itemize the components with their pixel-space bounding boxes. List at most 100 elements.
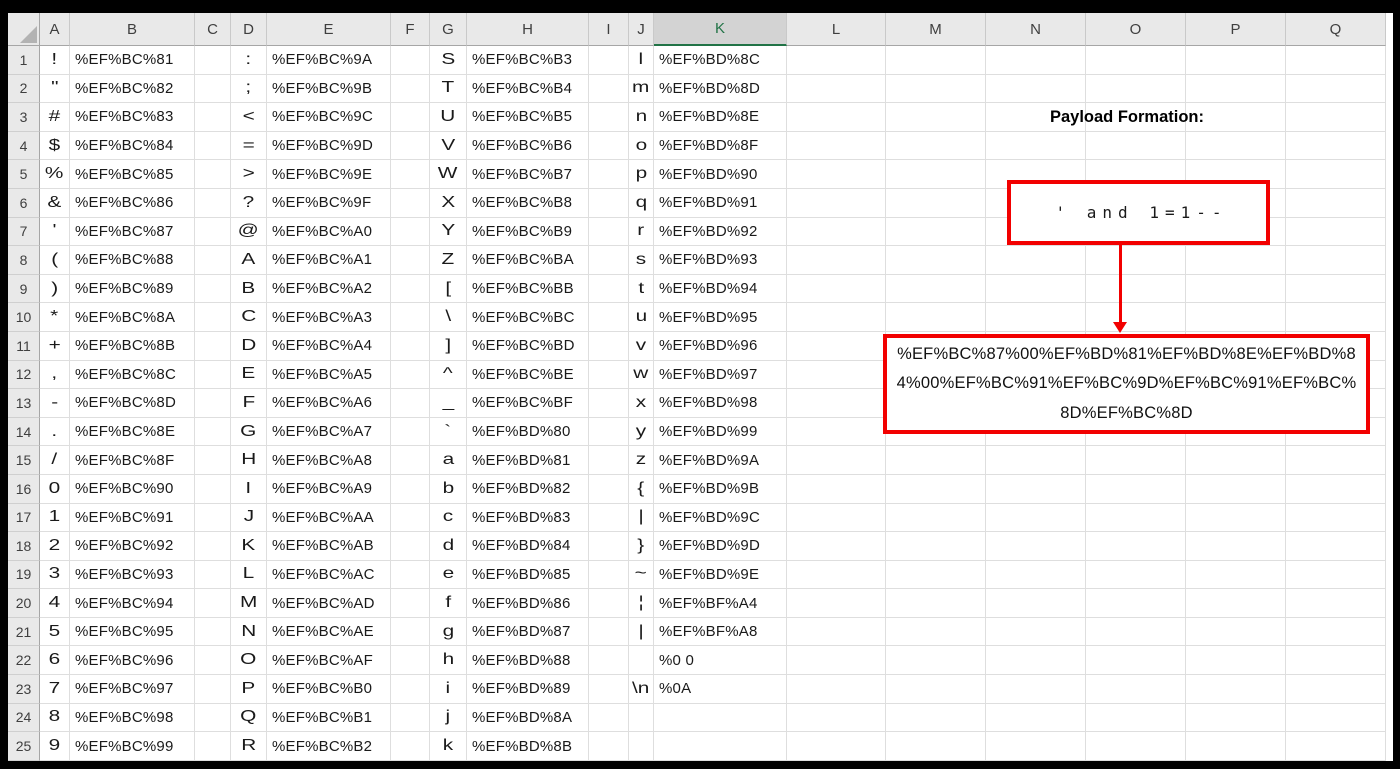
cell-L17[interactable] xyxy=(787,503,886,533)
cell-M17[interactable] xyxy=(886,503,986,533)
column-header-A[interactable]: A xyxy=(40,13,70,46)
cell-H12[interactable]: %EF%BC%BE xyxy=(467,360,589,390)
cell-F15[interactable] xyxy=(391,446,430,475)
cell-G25[interactable]: k xyxy=(430,732,467,761)
cell-J23[interactable]: \n xyxy=(629,675,654,704)
cell-P10[interactable] xyxy=(1186,303,1286,332)
cell-Q6[interactable] xyxy=(1286,188,1386,218)
cell-O25[interactable] xyxy=(1086,732,1186,761)
cell-H5[interactable]: %EF%BC%B7 xyxy=(467,160,589,189)
row-header-21[interactable]: 21 xyxy=(8,617,40,647)
cell-O15[interactable] xyxy=(1086,446,1186,475)
row-header-14[interactable]: 14 xyxy=(8,417,40,447)
cell-Q10[interactable] xyxy=(1286,303,1386,332)
cell-M18[interactable] xyxy=(886,532,986,561)
cell-P23[interactable] xyxy=(1186,675,1286,704)
cell-H11[interactable]: %EF%BC%BD xyxy=(467,331,589,361)
cell-D14[interactable]: G xyxy=(231,417,267,447)
cell-F12[interactable] xyxy=(391,360,430,390)
row-header-3[interactable]: 3 xyxy=(8,103,40,132)
cell-H3[interactable]: %EF%BC%B5 xyxy=(467,103,589,132)
cell-G15[interactable]: a xyxy=(430,446,467,475)
cell-F5[interactable] xyxy=(391,160,430,189)
cell-H6[interactable]: %EF%BC%B8 xyxy=(467,188,589,218)
cell-A14[interactable]: . xyxy=(40,417,70,447)
cell-G1[interactable]: S xyxy=(430,46,467,75)
column-header-C[interactable]: C xyxy=(195,13,231,46)
cell-Q1[interactable] xyxy=(1286,46,1386,75)
cell-C18[interactable] xyxy=(195,532,231,561)
cell-L14[interactable] xyxy=(787,417,886,447)
cell-J3[interactable]: n xyxy=(629,103,654,132)
cell-H22[interactable]: %EF%BD%88 xyxy=(467,646,589,676)
cell-A18[interactable]: 2 xyxy=(40,532,70,561)
cell-O21[interactable] xyxy=(1086,617,1186,647)
row-header-12[interactable]: 12 xyxy=(8,360,40,390)
cell-L3[interactable] xyxy=(787,103,886,132)
cell-O9[interactable] xyxy=(1086,274,1186,304)
column-header-J[interactable]: J xyxy=(629,13,654,46)
row-header-22[interactable]: 22 xyxy=(8,646,40,676)
cell-A15[interactable]: / xyxy=(40,446,70,475)
cell-H7[interactable]: %EF%BC%B9 xyxy=(467,217,589,247)
column-header-B[interactable]: B xyxy=(70,13,195,46)
row-header-17[interactable]: 17 xyxy=(8,503,40,533)
cell-K8[interactable]: %EF%BD%93 xyxy=(654,246,787,275)
cell-Q19[interactable] xyxy=(1286,560,1386,590)
cell-O17[interactable] xyxy=(1086,503,1186,533)
cell-L15[interactable] xyxy=(787,446,886,475)
cell-B17[interactable]: %EF%BC%91 xyxy=(70,503,195,533)
cell-G12[interactable]: ^ xyxy=(430,360,467,390)
cell-I23[interactable] xyxy=(589,675,629,704)
cell-G20[interactable]: f xyxy=(430,589,467,618)
cell-D17[interactable]: J xyxy=(231,503,267,533)
cell-L19[interactable] xyxy=(787,560,886,590)
cell-L24[interactable] xyxy=(787,703,886,733)
cell-E17[interactable]: %EF%BC%AA xyxy=(267,503,391,533)
cell-L25[interactable] xyxy=(787,732,886,761)
cell-Q15[interactable] xyxy=(1286,446,1386,475)
cell-Q20[interactable] xyxy=(1286,589,1386,618)
row-header-5[interactable]: 5 xyxy=(8,160,40,189)
cell-M20[interactable] xyxy=(886,589,986,618)
cell-K25[interactable] xyxy=(654,732,787,761)
cell-K6[interactable]: %EF%BD%91 xyxy=(654,188,787,218)
row-header-18[interactable]: 18 xyxy=(8,532,40,561)
cell-L1[interactable] xyxy=(787,46,886,75)
cell-F8[interactable] xyxy=(391,246,430,275)
cell-I17[interactable] xyxy=(589,503,629,533)
cell-F23[interactable] xyxy=(391,675,430,704)
cell-A13[interactable]: - xyxy=(40,389,70,418)
row-header-20[interactable]: 20 xyxy=(8,589,40,618)
cell-C20[interactable] xyxy=(195,589,231,618)
cell-H23[interactable]: %EF%BD%89 xyxy=(467,675,589,704)
cell-C6[interactable] xyxy=(195,188,231,218)
cell-L23[interactable] xyxy=(787,675,886,704)
cell-A1[interactable]: ! xyxy=(40,46,70,75)
cell-I14[interactable] xyxy=(589,417,629,447)
cell-L12[interactable] xyxy=(787,360,886,390)
cell-C11[interactable] xyxy=(195,331,231,361)
cell-O22[interactable] xyxy=(1086,646,1186,676)
cell-C25[interactable] xyxy=(195,732,231,761)
cell-L4[interactable] xyxy=(787,131,886,161)
cell-M22[interactable] xyxy=(886,646,986,676)
cell-G18[interactable]: d xyxy=(430,532,467,561)
cell-D19[interactable]: L xyxy=(231,560,267,590)
cell-P8[interactable] xyxy=(1186,246,1286,275)
cell-M4[interactable] xyxy=(886,131,986,161)
cell-B14[interactable]: %EF%BC%8E xyxy=(70,417,195,447)
cell-B19[interactable]: %EF%BC%93 xyxy=(70,560,195,590)
cell-J17[interactable]: | xyxy=(629,503,654,533)
cell-B6[interactable]: %EF%BC%86 xyxy=(70,188,195,218)
cell-C10[interactable] xyxy=(195,303,231,332)
cell-F24[interactable] xyxy=(391,703,430,733)
cell-N8[interactable] xyxy=(986,246,1086,275)
cell-I25[interactable] xyxy=(589,732,629,761)
cell-B24[interactable]: %EF%BC%98 xyxy=(70,703,195,733)
cell-J20[interactable]: ¦ xyxy=(629,589,654,618)
cell-E20[interactable]: %EF%BC%AD xyxy=(267,589,391,618)
cell-G24[interactable]: j xyxy=(430,703,467,733)
cell-A4[interactable]: $ xyxy=(40,131,70,161)
cell-E9[interactable]: %EF%BC%A2 xyxy=(267,274,391,304)
